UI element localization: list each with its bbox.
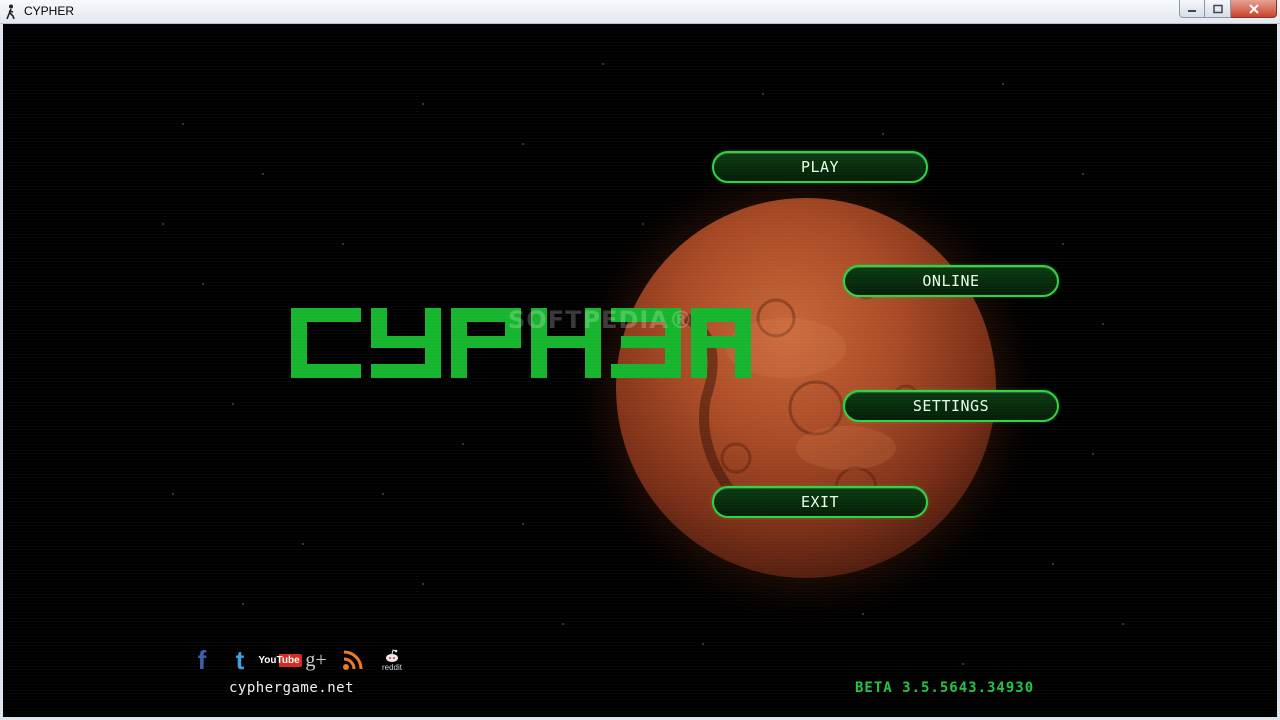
reddit-alien-glyph <box>386 648 398 662</box>
exit-button[interactable]: EXIT <box>712 486 928 518</box>
facebook-glyph: f <box>197 644 207 675</box>
window-titlebar[interactable]: CYPHER <box>0 0 1280 24</box>
reddit-label: reddit <box>381 662 402 672</box>
twitter-glyph: t <box>235 644 245 675</box>
googleplus-glyph: g+ <box>305 648 327 671</box>
online-button[interactable]: ONLINE <box>843 265 1059 297</box>
rss-icon[interactable] <box>340 646 366 674</box>
maximize-button[interactable] <box>1205 0 1231 18</box>
runner-icon <box>6 4 15 20</box>
maximize-icon <box>1212 4 1223 13</box>
youtube-icon[interactable]: YouTube <box>256 646 302 674</box>
youtube-glyph: YouTube <box>256 653 302 667</box>
window-title: CYPHER <box>24 4 75 18</box>
version-label: BETA 3.5.5643.34930 <box>855 680 1035 696</box>
window-controls <box>1179 0 1277 20</box>
rss-glyph <box>343 650 363 670</box>
close-button[interactable] <box>1231 0 1277 18</box>
settings-button[interactable]: SETTINGS <box>843 390 1059 422</box>
twitter-icon[interactable]: t <box>227 644 253 675</box>
facebook-icon[interactable]: f <box>191 644 213 675</box>
game-viewport[interactable]: SOFTPEDIA® PLAY ONLINE SETTINGS EXIT f t… <box>3 24 1277 717</box>
mars-planet <box>616 198 996 578</box>
minimize-button[interactable] <box>1179 0 1205 18</box>
googleplus-icon[interactable]: g+ <box>303 646 329 674</box>
close-icon <box>1248 3 1259 14</box>
play-button[interactable]: PLAY <box>712 151 928 183</box>
minimize-icon <box>1188 9 1196 12</box>
reddit-icon[interactable]: reddit <box>377 646 407 674</box>
softpedia-watermark: SOFTPEDIA® <box>508 306 694 334</box>
website-link[interactable]: cyphergame.net <box>229 680 354 696</box>
